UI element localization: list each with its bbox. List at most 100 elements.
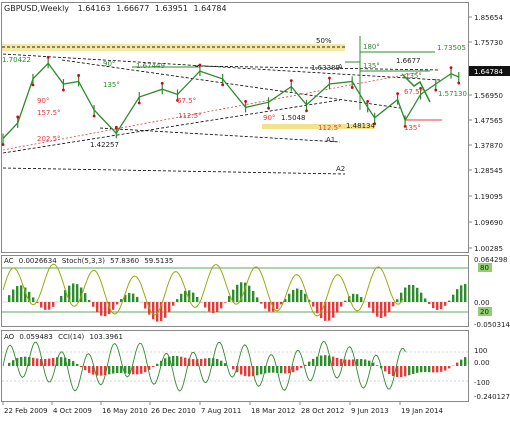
ao-histogram-bar <box>456 363 458 366</box>
level-label: 135° <box>363 62 380 70</box>
ao-histogram-bar <box>176 356 178 366</box>
ac-histogram-bar <box>224 302 226 303</box>
ac-histogram-bar <box>32 297 34 302</box>
ao-histogram-bar <box>116 366 118 373</box>
ao-histogram-bar <box>248 366 250 376</box>
ac-histogram-bar <box>44 302 46 310</box>
ao-panel-title: AO 0.059483 CCI(14) 103.3961 <box>4 333 123 341</box>
chart-svg: GBPUSD,Weekly 1.64163 1.66677 1.63951 1.… <box>0 0 510 417</box>
fractal-marker <box>62 89 65 92</box>
price-tick-label: 1.85654 <box>474 14 503 22</box>
ac-histogram-bar <box>432 302 434 308</box>
date-tick-label: 28 Oct 2012 <box>301 407 344 415</box>
ao-histogram-bar <box>8 363 10 366</box>
level-label: A <box>338 63 343 71</box>
ac-histogram-bar <box>288 294 290 302</box>
ao-histogram-bar <box>416 366 418 373</box>
ao-histogram-bar <box>432 366 434 372</box>
ac-histogram-bar <box>192 293 194 302</box>
ao-histogram-bar <box>32 358 34 366</box>
ac-histogram-bar <box>292 290 294 302</box>
ao-histogram-bar <box>440 366 442 372</box>
ao-histogram-bar <box>184 358 186 366</box>
price-tick-label: 1.19095 <box>474 193 503 201</box>
ao-histogram-bar <box>172 356 174 366</box>
ao-histogram-bar <box>216 359 218 366</box>
ao-histogram-bar <box>144 366 146 372</box>
ao-histogram-bar <box>288 366 290 373</box>
ac-histogram-bar <box>196 297 198 302</box>
fractal-marker <box>199 64 202 67</box>
price-tick-label: 1.56950 <box>474 92 503 100</box>
ac-histogram-bar <box>136 297 138 302</box>
ao-histogram-bar <box>136 366 138 374</box>
ac-histogram-bar <box>12 289 14 302</box>
fractal-marker <box>366 100 369 103</box>
ao-histogram-bar <box>344 359 346 366</box>
ac-histogram-bar <box>100 302 102 316</box>
current-price-label: 1.64784 <box>474 68 503 76</box>
ac-histogram-bar <box>392 302 394 306</box>
ao-histogram-bar <box>84 366 86 370</box>
ac-histogram-bar <box>332 302 334 318</box>
ao-histogram-bar <box>436 366 438 372</box>
ao-histogram-bar <box>376 365 378 366</box>
ac-histogram-bar <box>276 302 278 309</box>
ac-histogram-bar <box>428 302 430 304</box>
ao-histogram-bar <box>20 357 22 366</box>
ac-histogram-bar <box>336 302 338 313</box>
level-label: 90° <box>263 114 275 122</box>
ac-tick-label: 0.064298 <box>474 256 507 264</box>
ac-histogram-bar <box>440 302 442 309</box>
ac-histogram-bar <box>128 293 130 302</box>
chart-title: GBPUSD,Weekly 1.64163 1.66677 1.63951 1.… <box>4 4 227 13</box>
ac-histogram-bar <box>448 301 450 302</box>
level-label: 135° <box>405 72 422 80</box>
ao-tick-label: 100 <box>474 347 487 355</box>
ac-histogram-bar <box>172 302 174 306</box>
ac-histogram-bar <box>452 295 454 302</box>
date-tick-label: 18 Mar 2012 <box>251 407 295 415</box>
ac-histogram-bar <box>152 302 154 319</box>
ac-histogram-bar <box>312 302 314 307</box>
ac-histogram-bar <box>420 293 422 302</box>
ac-histogram-bar <box>256 297 258 302</box>
fractal-marker <box>32 83 35 86</box>
price-label: 1.5048 <box>281 114 306 122</box>
price-label: 1.73505 <box>437 44 466 52</box>
ao-histogram-bar <box>260 366 262 374</box>
ao-histogram-bar <box>356 359 358 366</box>
price-tick-label: 1.28545 <box>474 167 503 175</box>
ac-histogram-bar <box>96 302 98 312</box>
ao-histogram-bar <box>240 366 242 375</box>
date-tick-label: 9 Jun 2013 <box>351 407 389 415</box>
ao-histogram-bar <box>364 359 366 366</box>
ac-histogram-bar <box>264 302 266 309</box>
ac-histogram-bar <box>356 294 358 302</box>
fractal-marker <box>93 115 96 118</box>
ao-histogram-bar <box>460 360 462 366</box>
ac-histogram-bar <box>352 294 354 302</box>
ac-histogram-bar <box>380 302 382 318</box>
ao-histogram-bar <box>140 366 142 374</box>
level-label: 67.5° <box>404 88 423 96</box>
fractal-marker <box>457 82 460 85</box>
fractal-marker <box>396 92 399 95</box>
ao-histogram-bar <box>332 357 334 366</box>
ao-histogram-bar <box>100 366 102 376</box>
level-label: 67.5° <box>177 97 196 105</box>
ao-histogram-bar <box>464 357 466 366</box>
ao-histogram-bar <box>412 366 414 374</box>
level-label: 180° <box>363 43 380 51</box>
price-tick-label: 1.00285 <box>474 245 503 253</box>
price-label: 1.70422 <box>2 56 31 64</box>
level-label: 112.5° <box>178 112 202 120</box>
ac-histogram-bar <box>456 289 458 302</box>
ao-histogram-bar <box>324 355 326 366</box>
fractal-marker <box>47 56 50 59</box>
ac-histogram-bar <box>384 302 386 316</box>
fractal-marker <box>221 83 224 86</box>
ac-histogram-bar <box>260 302 262 304</box>
price-tick-label: 1.75730 <box>474 39 503 47</box>
ao-histogram-bar <box>400 366 402 377</box>
